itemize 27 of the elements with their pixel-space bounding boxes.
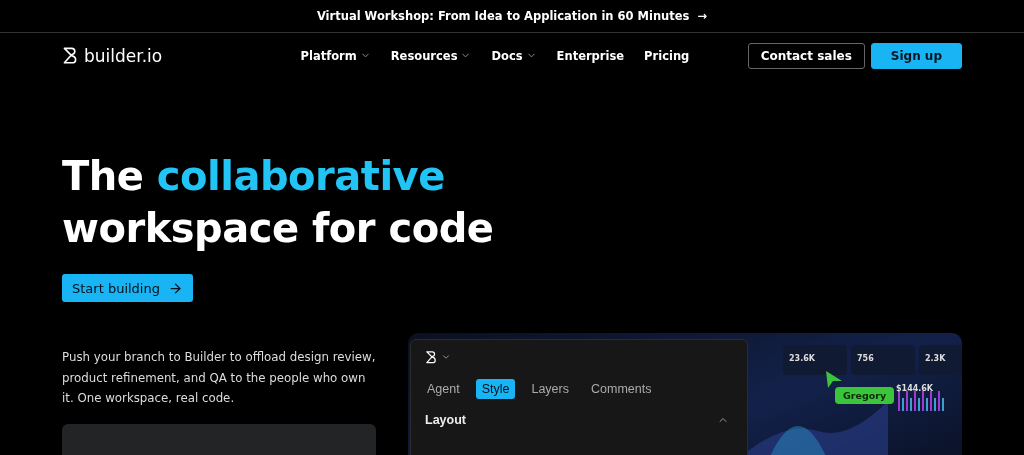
section-title: Layout <box>425 413 466 428</box>
cursor-label: Gregory <box>835 387 895 404</box>
description: Push your branch to Builder to offload design review, product refinement, and QA to the people who own it. One workspace, real code. <box>62 349 376 407</box>
stat-card: 2.3K <box>919 345 962 375</box>
tab[interactable]: Agent <box>421 379 466 400</box>
nav-link[interactable]: Enterprise <box>556 48 625 63</box>
arrow-glyph: → <box>697 9 708 23</box>
signup-button[interactable]: Sign up <box>870 42 962 69</box>
nav-link[interactable]: Resources <box>390 48 472 63</box>
nav-link[interactable]: Pricing <box>644 48 690 63</box>
announcement-link[interactable]: Virtual Workshop: From Idea to Application in 60 Minutes → <box>316 9 708 23</box>
profit-value: $144.6K <box>896 384 934 393</box>
stat-card: 756 <box>851 345 915 375</box>
nav-link[interactable]: Docs <box>491 48 537 63</box>
contact-button[interactable]: Contact sales <box>747 42 865 69</box>
logo-icon <box>62 45 78 66</box>
cursor-icon <box>824 369 844 389</box>
stat-card: 23.6K <box>783 345 847 375</box>
logo[interactable]: builder.io <box>62 45 163 66</box>
nav-link[interactable]: Platform <box>300 48 371 63</box>
cta-button[interactable]: Start building <box>62 274 193 302</box>
tab[interactable]: Style <box>475 379 516 400</box>
arrow-right-icon <box>167 280 183 296</box>
tab[interactable]: Comments <box>585 379 658 400</box>
headline: The collaborative workspace for code <box>62 152 495 253</box>
tab[interactable]: Layers <box>525 379 575 400</box>
logo-icon <box>425 350 437 365</box>
